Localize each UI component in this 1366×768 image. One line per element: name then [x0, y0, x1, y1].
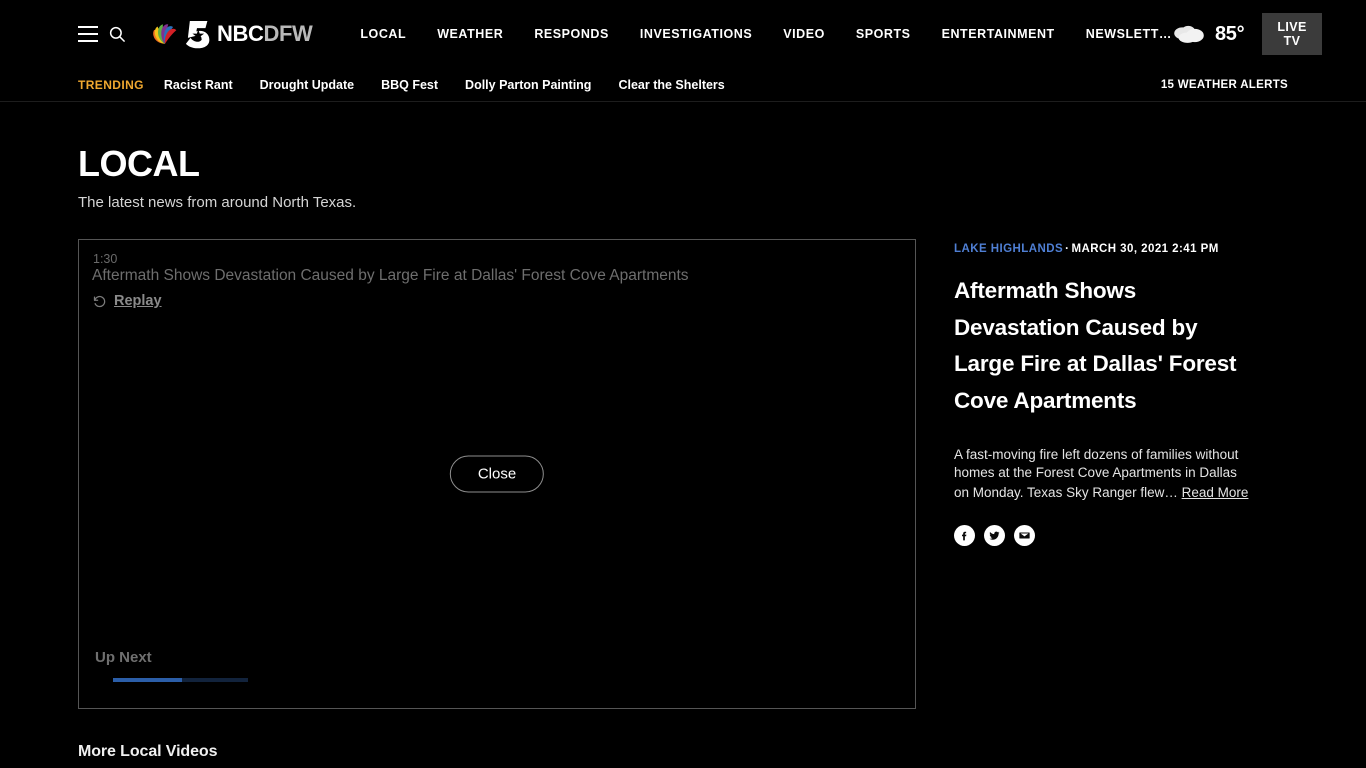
replay-label: Replay [114, 293, 162, 309]
weather-alerts-link[interactable]: 15 WEATHER ALERTS [1161, 79, 1288, 91]
cloud-icon [1174, 25, 1204, 43]
share-buttons [954, 524, 1254, 546]
twitter-icon[interactable] [984, 524, 1005, 546]
nbcdfw-logo[interactable]: NBCDFW [148, 19, 313, 49]
nav-item-video[interactable]: VIDEO [783, 27, 825, 41]
trending-item-racist-rant[interactable]: Racist Rant [164, 78, 233, 92]
close-button[interactable]: Close [449, 455, 545, 493]
live-tv-button[interactable]: LIVE TV [1262, 13, 1322, 55]
nav-item-sports[interactable]: SPORTS [856, 27, 911, 41]
up-next-progress-bar[interactable] [113, 678, 248, 682]
page-title: LOCAL [78, 143, 200, 184]
top-navigation-bar: NBCDFW LOCAL WEATHER RESPONDS INVESTIGAT… [0, 0, 1366, 68]
hamburger-menu-icon[interactable] [78, 20, 98, 48]
trending-bar: TRENDING Racist Rant Drought Update BBQ … [0, 68, 1366, 102]
more-local-videos-heading: More Local Videos [78, 743, 218, 760]
channel-five-icon [185, 21, 210, 49]
trending-item-drought-update[interactable]: Drought Update [260, 78, 354, 92]
trending-item-clear-the-shelters[interactable]: Clear the Shelters [618, 78, 724, 92]
video-duration: 1:30 [93, 252, 118, 266]
header-right-controls: 85° LIVE TV [1172, 13, 1322, 55]
replay-circular-arrow-icon [93, 295, 106, 307]
trending-label: TRENDING [78, 77, 144, 92]
nbc-peacock-icon [153, 24, 177, 44]
read-more-link[interactable]: Read More [1182, 484, 1249, 502]
article-headline[interactable]: Aftermath Shows Devastation Caused by La… [954, 273, 1254, 420]
nav-item-newsletters[interactable]: NEWSLETT… [1086, 27, 1172, 41]
nav-item-entertainment[interactable]: ENTERTAINMENT [942, 27, 1055, 41]
nav-item-responds[interactable]: RESPONDS [534, 27, 609, 41]
brand-wordmark: NBCDFW [217, 21, 313, 47]
page-subtitle: The latest news from around North Texas. [78, 194, 357, 211]
nav-item-local[interactable]: LOCAL [360, 27, 406, 41]
facebook-icon[interactable] [954, 524, 975, 546]
article-location[interactable]: LAKE HIGHLANDS [954, 243, 1063, 255]
temperature-value: 85° [1214, 22, 1245, 45]
page-header: LOCAL The latest news from around North … [0, 102, 1366, 212]
video-player[interactable]: 1:30 Aftermath Shows Devastation Caused … [78, 239, 916, 709]
article-date: MARCH 30, 2021 2:41 PM [1071, 243, 1219, 255]
brand-nbc-text: NBC [217, 21, 264, 46]
video-title: Aftermath Shows Devastation Caused by La… [92, 267, 689, 284]
weather-widget[interactable]: 85° [1172, 22, 1245, 46]
trending-links: Racist Rant Drought Update BBQ Fest Doll… [164, 78, 725, 92]
email-icon[interactable] [1014, 524, 1035, 546]
main-content: 1:30 Aftermath Shows Devastation Caused … [0, 211, 1366, 709]
meta-separator: · [1065, 243, 1070, 255]
nav-item-investigations[interactable]: INVESTIGATIONS [640, 27, 752, 41]
up-next-progress-fill [113, 678, 182, 682]
brand-dfw-text: DFW [263, 21, 313, 46]
trending-item-bbq-fest[interactable]: BBQ Fest [381, 78, 438, 92]
primary-navigation: LOCAL WEATHER RESPONDS INVESTIGATIONS VI… [360, 27, 1172, 41]
nav-item-weather[interactable]: WEATHER [437, 27, 503, 41]
replay-button[interactable]: Replay [92, 293, 162, 309]
article-summary: A fast-moving fire left dozens of famili… [954, 446, 1254, 503]
trending-item-dolly-parton-painting[interactable]: Dolly Parton Painting [465, 78, 591, 92]
up-next-label: Up Next [95, 649, 152, 666]
article-sidebar: LAKE HIGHLANDS · MARCH 30, 2021 2:41 PM Af… [954, 239, 1254, 709]
search-icon[interactable] [108, 20, 126, 48]
article-meta: LAKE HIGHLANDS · MARCH 30, 2021 2:41 PM [954, 243, 1254, 255]
